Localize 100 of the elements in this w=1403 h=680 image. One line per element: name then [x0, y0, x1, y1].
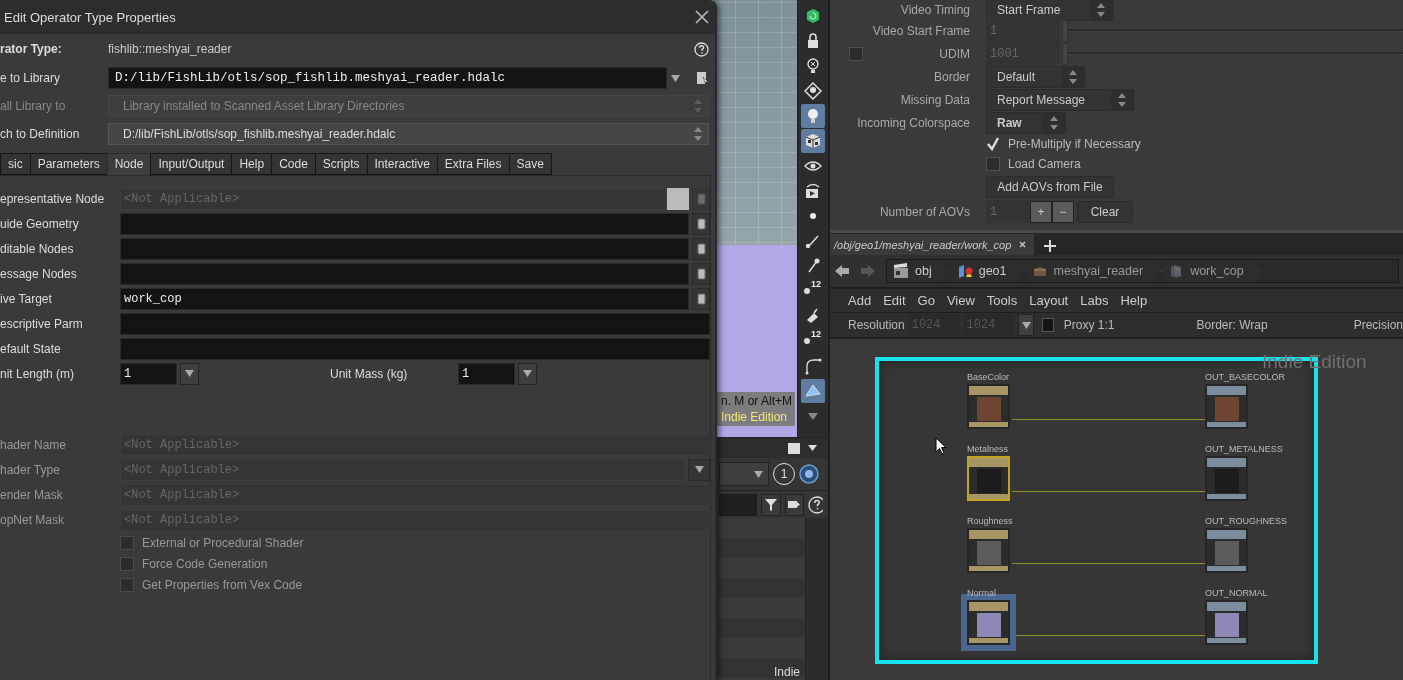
dropdown-button[interactable] — [688, 458, 710, 481]
node-chooser-icon[interactable] — [696, 292, 706, 305]
checkbox[interactable] — [120, 556, 134, 571]
spinner-arrows-icon — [694, 127, 702, 141]
mouse-cursor-icon — [935, 437, 947, 455]
toolbar-button[interactable]: 12 — [800, 329, 825, 353]
toggle-label: Load Camera — [1008, 157, 1081, 171]
text-field[interactable] — [120, 212, 689, 235]
toolbar-button[interactable] — [800, 129, 825, 153]
network-node[interactable] — [967, 456, 1010, 501]
search-field[interactable] — [719, 493, 758, 516]
network-node[interactable] — [1205, 528, 1248, 573]
network-node[interactable] — [967, 528, 1010, 573]
node-chooser-icon[interactable] — [696, 217, 706, 230]
field-label: rator Type: — [0, 42, 63, 56]
caret-down-icon[interactable] — [808, 445, 817, 451]
checkbox[interactable] — [1042, 318, 1054, 332]
help-icon[interactable] — [807, 495, 823, 514]
dropdown-arrow-icon — [694, 466, 704, 473]
menu-item[interactable]: Add — [848, 293, 879, 308]
text-field[interactable] — [120, 262, 689, 285]
tab[interactable]: Help — [231, 153, 273, 175]
dropdown-menu[interactable]: Start Frame — [986, 0, 1113, 21]
tab[interactable]: Code — [271, 153, 316, 175]
tab[interactable]: sic — [0, 153, 31, 175]
tab[interactable]: Save — [508, 153, 552, 175]
slider-handle[interactable] — [1062, 19, 1068, 42]
toolbar-button[interactable] — [761, 493, 781, 516]
library-path-field[interactable]: D:/lib/FishLib/otls/sop_fishlib.meshyai_reader.hdalc — [108, 67, 667, 89]
help-icon[interactable] — [694, 41, 709, 57]
add-aovs-button[interactable]: Add AOVs from File — [986, 175, 1114, 198]
document-icon[interactable] — [696, 70, 709, 86]
menu-item[interactable]: Help — [1120, 293, 1155, 308]
toggle-label: Pre-Multiply if Necessary — [1008, 137, 1141, 151]
network-node[interactable] — [1205, 384, 1248, 429]
remove-button[interactable]: − — [1052, 200, 1074, 223]
plus-icon[interactable] — [1044, 240, 1057, 252]
clear-button[interactable]: Clear — [1077, 200, 1133, 223]
dropdown-button[interactable] — [518, 362, 537, 385]
text-field[interactable]: work_cop — [120, 287, 689, 310]
menu-item[interactable]: Labs — [1080, 293, 1116, 308]
menu-item[interactable]: Tools — [986, 293, 1025, 308]
node-chooser-icon[interactable] — [696, 242, 706, 255]
number-field[interactable]: 1 — [120, 362, 177, 385]
menu-item[interactable]: Go — [917, 293, 942, 308]
operator-type-value: fishlib::meshyai_reader — [108, 42, 233, 56]
square-icon[interactable] — [788, 442, 800, 454]
dropdown-menu[interactable] — [719, 462, 769, 486]
text-field[interactable] — [120, 312, 710, 335]
toolbar-button[interactable] — [800, 104, 825, 128]
checkbox[interactable] — [849, 46, 863, 61]
tab[interactable]: Input/Output — [150, 153, 233, 175]
parameter-label: Video Start Frame — [871, 23, 970, 38]
pane-tab[interactable]: /obj/geo1/meshyai_reader/work_cop — [830, 234, 1035, 255]
close-icon[interactable] — [1019, 241, 1027, 248]
field-label: opNet Mask — [0, 512, 66, 527]
tool-number: 12 — [811, 279, 821, 289]
node-chooser-icon[interactable] — [696, 267, 706, 280]
checkbox[interactable] — [986, 157, 1000, 171]
text-field[interactable] — [120, 337, 710, 360]
close-icon[interactable] — [695, 10, 709, 24]
toolbar-button[interactable]: 12 — [800, 279, 825, 303]
checkbox[interactable] — [120, 577, 134, 592]
target-icon[interactable] — [799, 464, 819, 484]
tab[interactable]: Parameters — [29, 153, 108, 175]
dropdown-menu[interactable]: Default — [986, 65, 1085, 88]
dropdown-menu[interactable]: Report Message — [986, 88, 1134, 111]
dropdown-menu[interactable]: Raw — [986, 111, 1066, 134]
number-field[interactable]: 1 — [458, 362, 515, 385]
parameter-label: Missing Data — [899, 92, 970, 107]
node-name: OUT_ROUGHNESS — [1205, 516, 1287, 526]
network-node[interactable] — [1205, 456, 1248, 501]
node-name: Roughness — [967, 516, 1013, 526]
parameter-label: Number of AOVs — [878, 204, 970, 219]
slider-handle[interactable] — [1062, 42, 1068, 65]
text-field[interactable] — [120, 237, 689, 260]
toolbar-button[interactable] — [784, 493, 804, 516]
dropdown-arrow-icon — [1021, 321, 1031, 329]
edition-label: Indie Edition — [721, 410, 789, 424]
menu-field[interactable]: D:/lib/FishLib/otls/sop_fishlib.meshyai_reader.hdalc — [108, 123, 709, 145]
network-node[interactable] — [1205, 600, 1248, 645]
dropdown-arrow-icon — [523, 370, 532, 377]
menu-item[interactable]: View — [946, 293, 982, 308]
menu-item[interactable]: Edit — [883, 293, 913, 308]
edition-label: Indie — [773, 665, 801, 680]
checkbox[interactable] — [120, 535, 134, 550]
tab[interactable]: Interactive — [366, 153, 438, 175]
dropdown-arrow-icon[interactable] — [671, 74, 680, 82]
dropdown-button[interactable] — [1018, 314, 1035, 336]
toolbar-button[interactable] — [800, 379, 825, 403]
network-node[interactable] — [967, 384, 1010, 429]
scrollbar[interactable] — [805, 518, 827, 680]
tab[interactable]: Extra Files — [436, 153, 510, 175]
dropdown-button[interactable] — [180, 362, 199, 385]
tab[interactable]: Scripts — [314, 153, 368, 175]
add-button[interactable]: + — [1030, 200, 1052, 223]
dot-icon — [804, 288, 810, 294]
back-arrow-icon[interactable] — [834, 263, 852, 279]
tab[interactable]: Node — [106, 153, 152, 175]
menu-item[interactable]: Layout — [1029, 293, 1076, 308]
